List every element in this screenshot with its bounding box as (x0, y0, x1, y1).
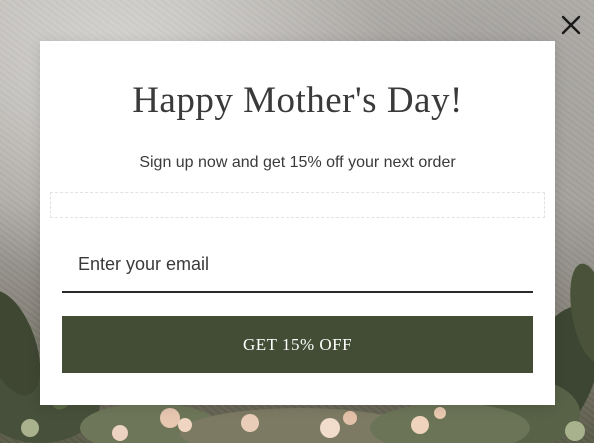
close-button[interactable] (558, 12, 584, 38)
get-discount-button[interactable]: GET 15% OFF (62, 316, 533, 373)
popup-subtitle: Sign up now and get 15% off your next or… (139, 154, 456, 171)
email-field[interactable] (62, 237, 533, 291)
signup-popup: Happy Mother's Day! Sign up now and get … (40, 41, 555, 405)
empty-form-slot (50, 192, 545, 218)
popup-title: Happy Mother's Day! (132, 80, 463, 121)
close-icon (561, 15, 581, 35)
email-field-wrapper (62, 237, 533, 293)
